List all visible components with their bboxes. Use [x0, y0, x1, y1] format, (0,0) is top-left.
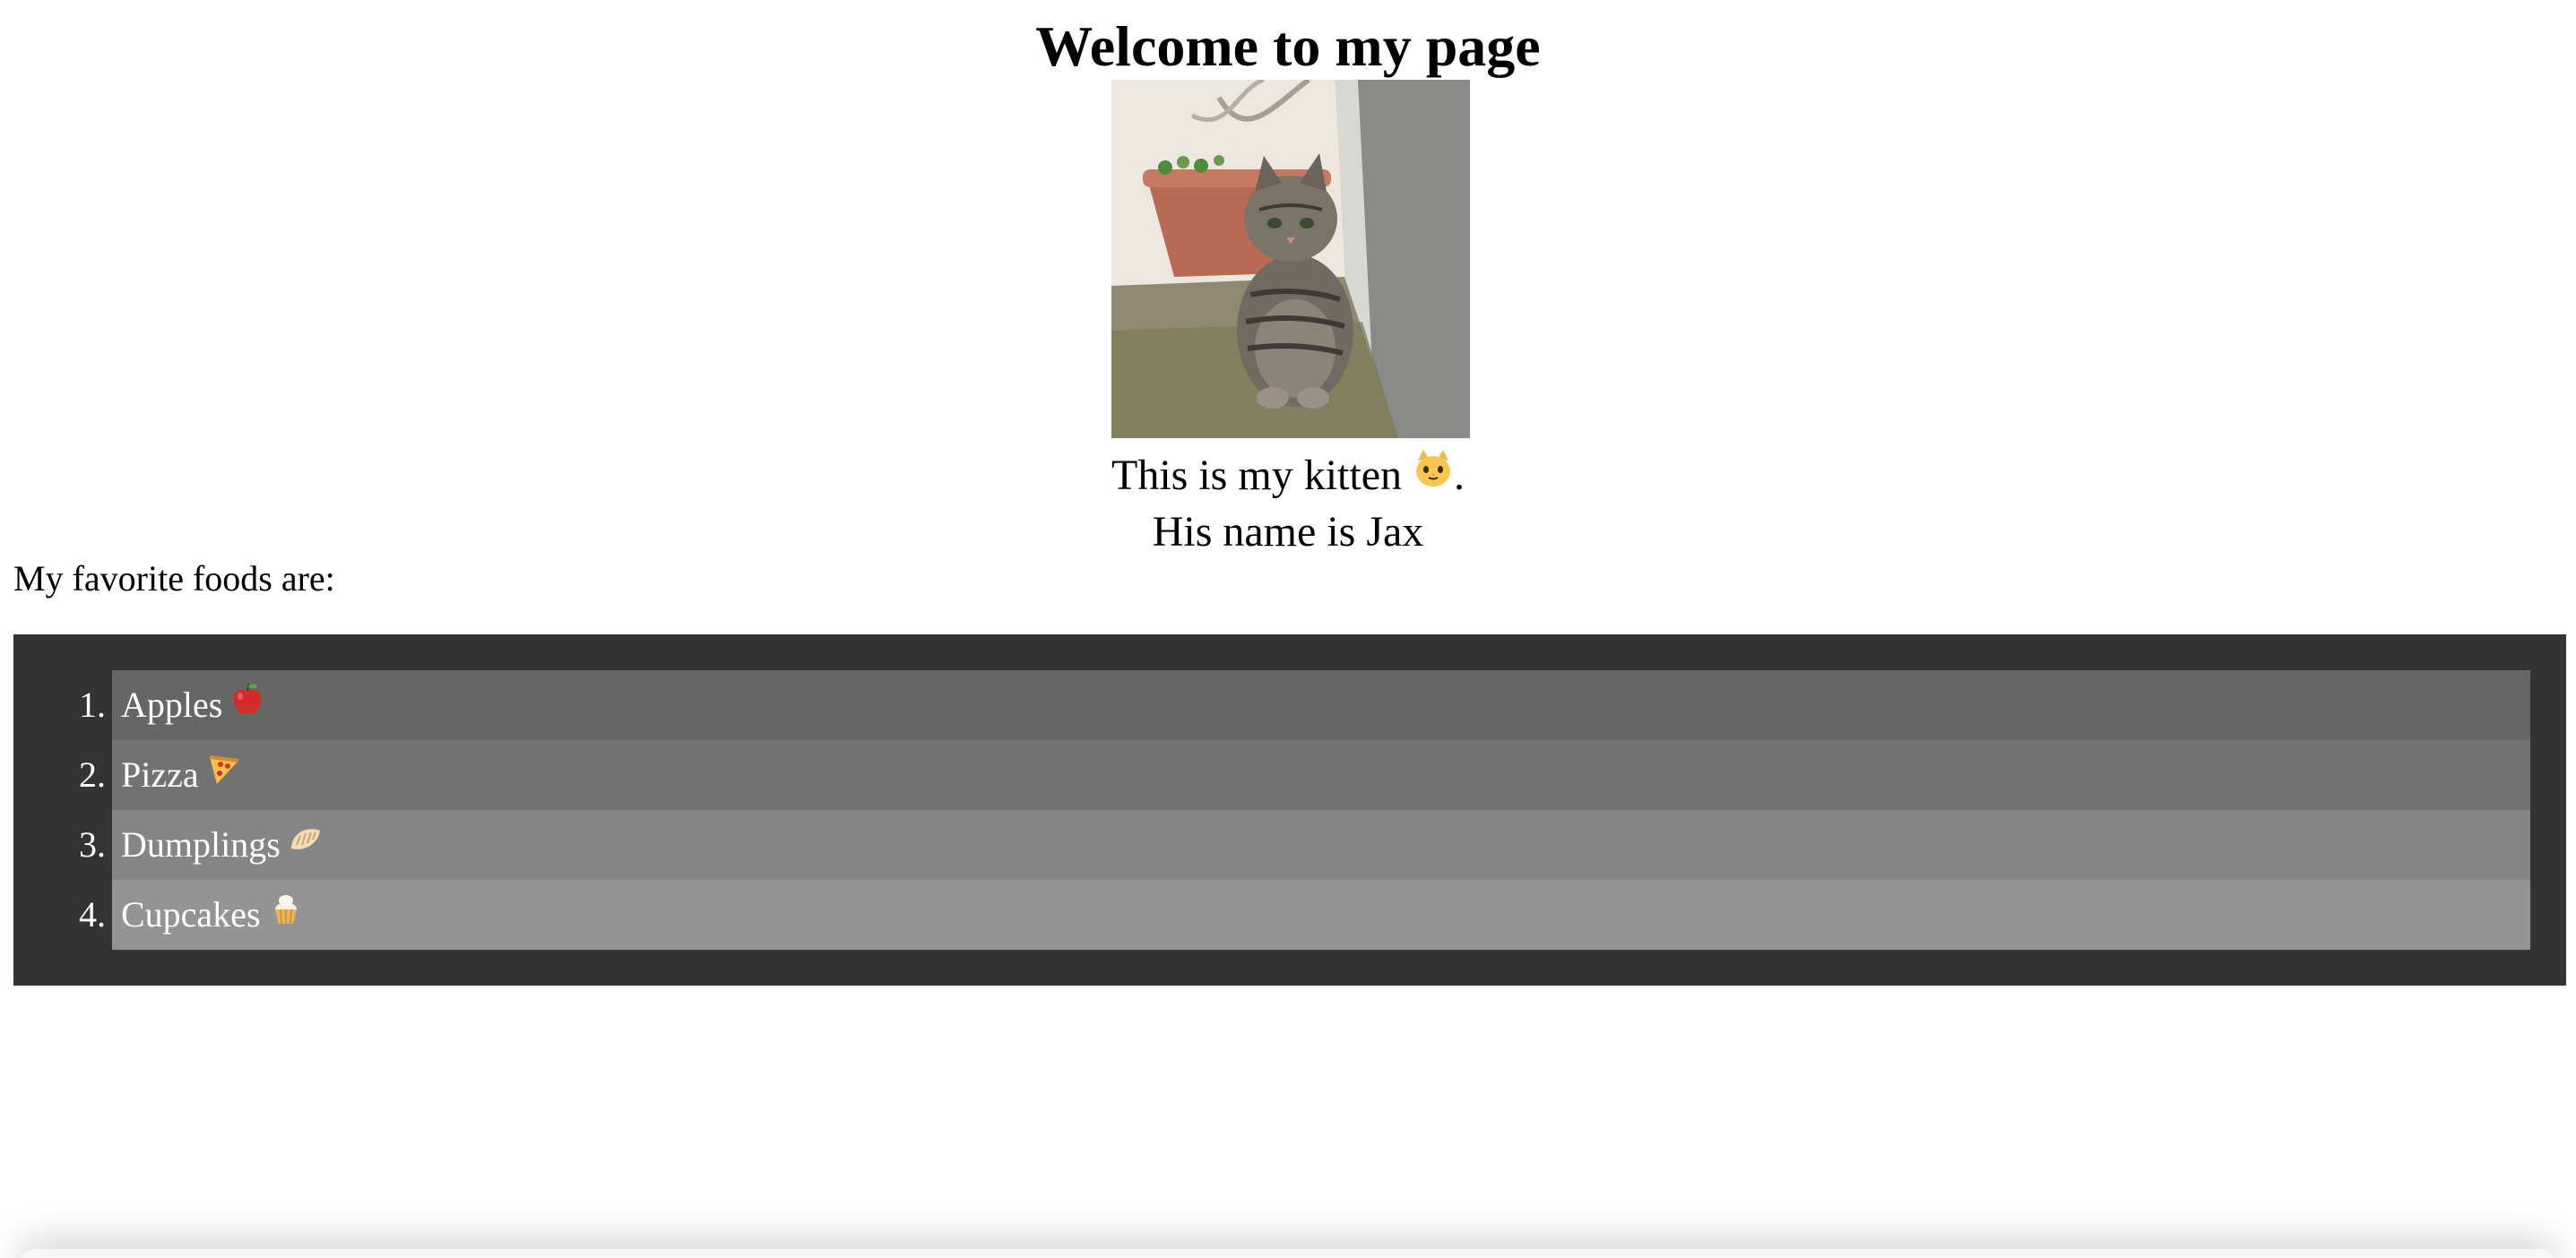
food-pizza: Pizza: [112, 740, 2530, 810]
food-label: Cupcakes: [121, 894, 261, 935]
apple-icon: [229, 671, 265, 741]
kitten-photo: [1111, 80, 1470, 438]
caption-end: .: [1454, 452, 1465, 499]
food-label: Apples: [121, 685, 223, 725]
list-number: 4.: [79, 894, 106, 935]
food-label: Pizza: [121, 754, 199, 795]
food-cupcakes: Cupcakes: [112, 880, 2530, 950]
list-item: 1. Apples: [13, 670, 2566, 740]
foods-intro: My favorite foods are:: [13, 558, 335, 599]
caption-text: This is my kitten: [1111, 452, 1402, 499]
cupcake-icon: [268, 881, 304, 951]
pizza-icon: [206, 741, 242, 811]
list-item: 3. Dumplings: [13, 810, 2566, 880]
dumpling-icon: [288, 811, 324, 881]
food-apples: Apples: [112, 670, 2530, 740]
kitten-name: His name is Jax: [1152, 508, 1424, 556]
food-label: Dumplings: [121, 824, 281, 865]
page-title: Welcome to my page: [1035, 14, 1541, 78]
page: Welcome to my page This is my kitten . H…: [0, 0, 2576, 1258]
foods-list: 1. Apples 2. Pizza 3. Dumplings 4. Cupca…: [13, 670, 2566, 950]
list-number: 3.: [79, 824, 106, 865]
list-number: 1.: [79, 685, 106, 725]
foods-panel: 1. Apples 2. Pizza 3. Dumplings 4. Cupca…: [13, 634, 2566, 986]
browser-bottom-edge: [18, 1249, 2558, 1258]
kitten-caption: This is my kitten .: [0, 448, 2576, 504]
list-number: 2.: [79, 754, 106, 795]
food-dumplings: Dumplings: [112, 810, 2530, 880]
list-item: 4. Cupcakes: [13, 880, 2566, 950]
list-item: 2. Pizza: [13, 740, 2566, 810]
cat-face-icon: [1413, 448, 1454, 504]
